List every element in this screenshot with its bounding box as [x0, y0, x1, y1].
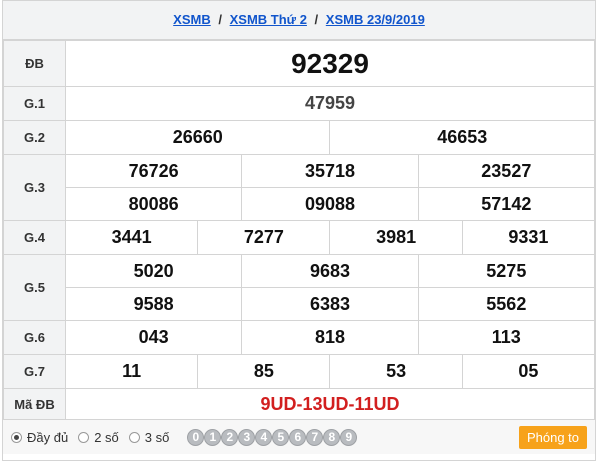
- option-3-digits[interactable]: 3 số: [128, 429, 170, 445]
- option-2-digits-label: 2 số: [94, 429, 119, 445]
- prize-label-g2: G.2: [3, 120, 66, 155]
- digit-button[interactable]: 4: [255, 428, 273, 446]
- breadcrumb-xsmb[interactable]: XSMB: [173, 12, 211, 27]
- prize-row-g5: 9588 6383 5562: [4, 287, 596, 321]
- prize-label-madb: Mã ĐB: [3, 388, 66, 420]
- lottery-result-panel: XSMB / XSMB Thứ 2 / XSMB 23/9/2019 ĐB 92…: [2, 0, 596, 461]
- option-2-digits[interactable]: 2 số: [78, 430, 119, 445]
- special-prize-number: 92329: [65, 40, 595, 87]
- digit-button[interactable]: 7: [306, 428, 324, 446]
- g5-number: 5562: [417, 287, 596, 321]
- g4-number: 3981: [329, 220, 463, 255]
- prize-row-g3: 80086 09088 57142: [4, 187, 596, 221]
- breadcrumb-xsmb-thu-2[interactable]: XSMB Thứ 2: [230, 12, 307, 27]
- breadcrumb-separator: /: [218, 12, 222, 27]
- g7-number: 53: [329, 354, 463, 389]
- digit-button[interactable]: 0: [187, 428, 205, 446]
- prize-row-g1: G.1 47959: [3, 86, 595, 121]
- g4-number: 9331: [461, 220, 596, 255]
- g3-number: 76726: [64, 154, 243, 188]
- g4-number: 7277: [197, 220, 331, 255]
- g1-number: 47959: [65, 86, 595, 121]
- option-3-digits-label: 3 số: [144, 429, 170, 445]
- g4-number: 3441: [64, 220, 199, 255]
- g5-number: 6383: [241, 287, 419, 321]
- option-full[interactable]: Đầy đủ: [11, 430, 68, 445]
- breadcrumb-separator: /: [314, 12, 319, 27]
- g5-number: 5275: [417, 254, 596, 288]
- radio-2-digits-icon[interactable]: [78, 431, 90, 443]
- prize-row-db: ĐB 92329: [3, 40, 595, 87]
- prize-label-db: ĐB: [3, 40, 66, 87]
- prize-row-g7: G.7 11 85 53 05: [3, 354, 596, 389]
- prize-row-g3: G.3 76726 35718 23527: [3, 154, 596, 221]
- prize-row-madb: Mã ĐB 9UD-13UD-11UD: [3, 388, 595, 420]
- display-options-bar: Đầy đủ 2 số 3 số 0 1 2 3 4 5 6 7 8 9 Phó…: [3, 420, 595, 454]
- prize-label-g7: G.7: [3, 354, 66, 389]
- digit-button[interactable]: 2: [221, 428, 239, 446]
- g7-number: 05: [461, 354, 596, 389]
- g3-number: 23527: [417, 154, 596, 188]
- prize-row-g4: G.4 3441 7277 3981 9331: [3, 220, 596, 255]
- g6-number: 818: [241, 320, 419, 355]
- g6-number: 043: [64, 320, 243, 355]
- radio-full-icon[interactable]: [11, 431, 22, 443]
- g5-number: 9588: [64, 287, 243, 321]
- g7-number: 11: [64, 354, 199, 389]
- g5-number: 9683: [241, 254, 419, 288]
- g3-number: 35718: [241, 154, 419, 188]
- prize-label-g6: G.6: [3, 320, 66, 355]
- prize-label-g3: G.3: [3, 154, 66, 221]
- prize-label-g5: G.5: [3, 254, 66, 321]
- g3-number: 80086: [64, 187, 243, 221]
- digit-button[interactable]: 8: [323, 428, 341, 446]
- prize-row-g6: G.6 043 818 113: [3, 320, 596, 355]
- prize-row-g2: G.2 26660 46653: [3, 120, 595, 155]
- results-table: ĐB 92329 G.1 47959 G.2 26660 46653 G.3 7…: [3, 40, 596, 420]
- digit-button[interactable]: 6: [289, 428, 307, 446]
- radio-3-digits-icon[interactable]: [128, 431, 140, 443]
- prize-label-g1: G.1: [3, 86, 66, 121]
- breadcrumb: XSMB / XSMB Thứ 2 / XSMB 23/9/2019: [3, 1, 595, 40]
- option-full-label: Đầy đủ: [27, 429, 69, 445]
- g3-number: 57142: [417, 187, 596, 221]
- g2-number: 26660: [64, 120, 331, 155]
- digit-button[interactable]: 1: [204, 428, 222, 446]
- g5-number: 5020: [64, 254, 243, 288]
- zoom-button[interactable]: Phóng to: [518, 425, 587, 449]
- breadcrumb-xsmb-date[interactable]: XSMB 23/9/2019: [326, 12, 425, 27]
- g7-number: 85: [197, 354, 331, 389]
- g3-number: 09088: [241, 187, 419, 221]
- g2-number: 46653: [329, 120, 595, 155]
- digit-button[interactable]: 9: [340, 428, 358, 446]
- prize-row-g5: G.5 5020 9683 5275: [3, 254, 596, 321]
- digit-button[interactable]: 3: [238, 428, 256, 446]
- special-code: 9UD-13UD-11UD: [65, 388, 595, 420]
- prize-label-g4: G.4: [3, 220, 66, 255]
- digit-filter: 0 1 2 3 4 5 6 7 8 9: [187, 428, 358, 446]
- g6-number: 113: [417, 320, 596, 355]
- digit-button[interactable]: 5: [272, 428, 290, 446]
